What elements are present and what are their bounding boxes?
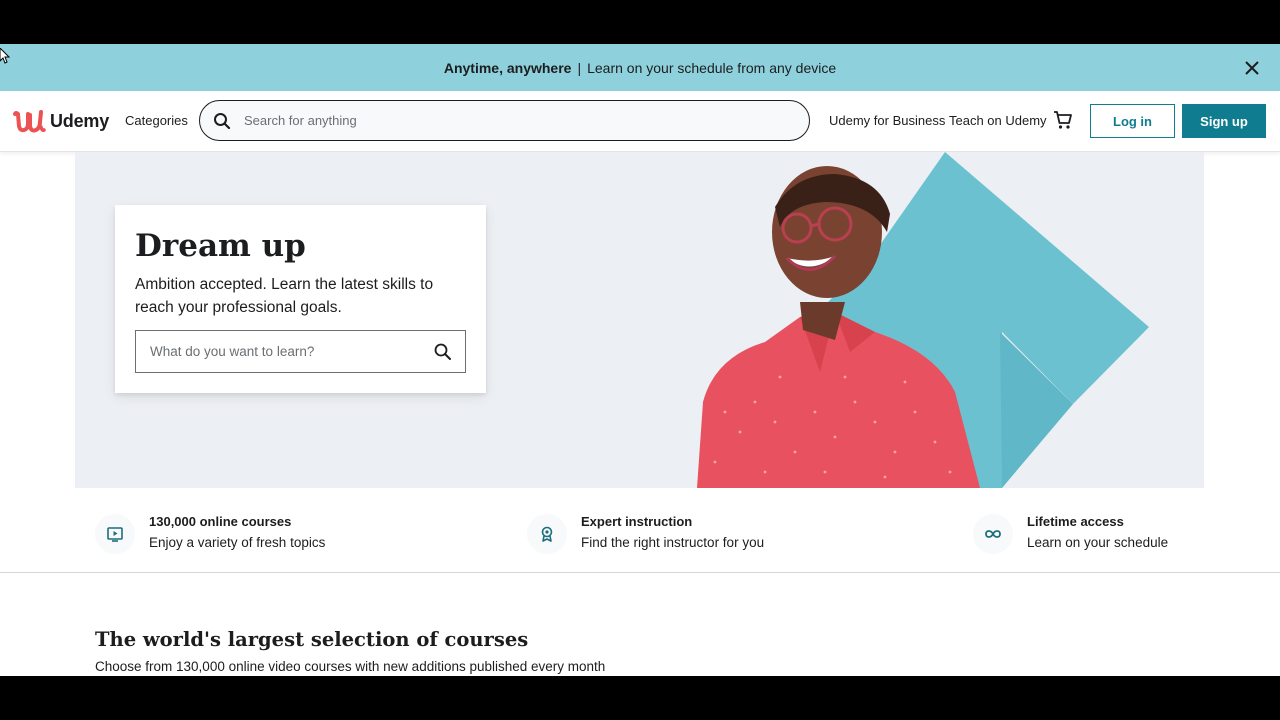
section-subtitle: Choose from 130,000 online video courses… xyxy=(95,659,606,674)
hero-card: Dream up Ambition accepted. Learn the la… xyxy=(115,205,486,393)
banner-headline: Anytime, anywhere xyxy=(443,59,572,76)
letterbox-top xyxy=(0,0,1280,44)
hero-search-input[interactable] xyxy=(150,344,420,359)
hero-subtitle: Ambition accepted. Learn the latest skil… xyxy=(135,276,434,316)
banner-close-button[interactable] xyxy=(1240,56,1264,80)
section-title: The world's largest selection of courses xyxy=(95,628,529,651)
cart-icon xyxy=(1054,111,1072,129)
prop-subtitle: Find the right instructor for you xyxy=(581,535,765,550)
prop-online-courses: 130,000 online courses Enjoy a variety o… xyxy=(95,512,325,554)
header-search[interactable] xyxy=(199,100,810,141)
search-icon[interactable] xyxy=(212,111,232,131)
header-search-input[interactable] xyxy=(244,113,764,128)
hero-search[interactable] xyxy=(135,330,466,373)
udemy-for-business-link[interactable]: Udemy for Business xyxy=(829,113,945,128)
announcement-banner: Anytime, anywhere | Learn on your schedu… xyxy=(0,44,1280,91)
cart-button[interactable] xyxy=(1052,109,1074,131)
udemy-logo[interactable]: Udemy xyxy=(12,105,109,137)
prop-title: Lifetime access xyxy=(1027,514,1124,529)
banner-message: Learn on your schedule from any device xyxy=(587,59,837,76)
prop-expert-instruction: Expert instruction Find the right instru… xyxy=(527,512,764,554)
prop-subtitle: Enjoy a variety of fresh topics xyxy=(149,535,326,550)
banner-separator: | xyxy=(577,59,582,76)
close-icon xyxy=(1245,61,1259,75)
prop-lifetime-access: Lifetime access Learn on your schedule xyxy=(973,512,1168,554)
site-header: Udemy Categories Udemy for Business Teac… xyxy=(0,91,1280,152)
teach-on-udemy-link[interactable]: Teach on Udemy xyxy=(949,113,1047,128)
login-button[interactable]: Log in xyxy=(1090,104,1175,138)
search-icon[interactable] xyxy=(433,342,453,362)
play-icon xyxy=(95,514,135,554)
nav-categories[interactable]: Categories xyxy=(125,113,188,128)
udemy-logo-icon xyxy=(13,110,46,133)
award-icon xyxy=(527,514,567,554)
signup-button[interactable]: Sign up xyxy=(1182,104,1266,138)
value-props: 130,000 online courses Enjoy a variety o… xyxy=(0,488,1280,573)
infinity-icon xyxy=(973,514,1013,554)
prop-subtitle: Learn on your schedule xyxy=(1027,535,1169,550)
prop-title: Expert instruction xyxy=(581,514,693,529)
letterbox-bottom xyxy=(0,676,1280,720)
hero-title: Dream up xyxy=(135,228,306,264)
mouse-cursor-icon xyxy=(0,48,10,64)
logo-text: Udemy xyxy=(50,110,110,131)
browser-viewport: Anytime, anywhere | Learn on your schedu… xyxy=(0,44,1280,676)
prop-title: 130,000 online courses xyxy=(149,514,292,529)
hero-banner: Dream up Ambition accepted. Learn the la… xyxy=(75,152,1204,488)
